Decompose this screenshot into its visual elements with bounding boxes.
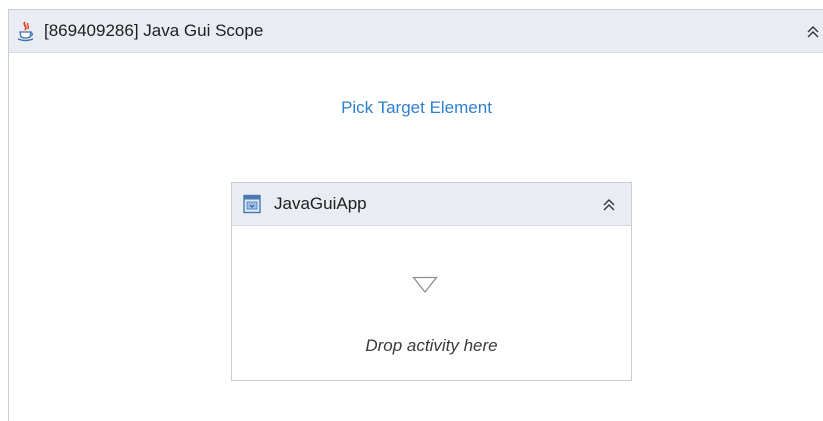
- double-chevron-up-icon[interactable]: [601, 197, 617, 213]
- activity-drop-zone[interactable]: Drop activity here: [232, 226, 631, 380]
- triangle-down-icon: [412, 276, 438, 294]
- pick-target-link-wrapper: Pick Target Element: [9, 98, 823, 118]
- workflow-designer-canvas: [869409286] Java Gui Scope Pick Target E…: [0, 0, 823, 421]
- java-gui-scope-header[interactable]: [869409286] Java Gui Scope: [9, 10, 823, 53]
- drop-activity-hint: Drop activity here: [365, 336, 498, 355]
- double-chevron-up-icon[interactable]: [805, 24, 821, 40]
- scope-title: [869409286] Java Gui Scope: [44, 21, 264, 40]
- java-icon: [16, 20, 36, 42]
- pick-target-element-link[interactable]: Pick Target Element: [341, 98, 492, 117]
- java-gui-app-activity[interactable]: JavaGuiApp Drop activity here: [231, 182, 632, 381]
- java-gui-scope-activity[interactable]: [869409286] Java Gui Scope Pick Target E…: [8, 9, 823, 421]
- java-gui-app-header[interactable]: JavaGuiApp: [232, 183, 631, 226]
- window-app-icon: [242, 194, 262, 214]
- app-title: JavaGuiApp: [274, 194, 367, 213]
